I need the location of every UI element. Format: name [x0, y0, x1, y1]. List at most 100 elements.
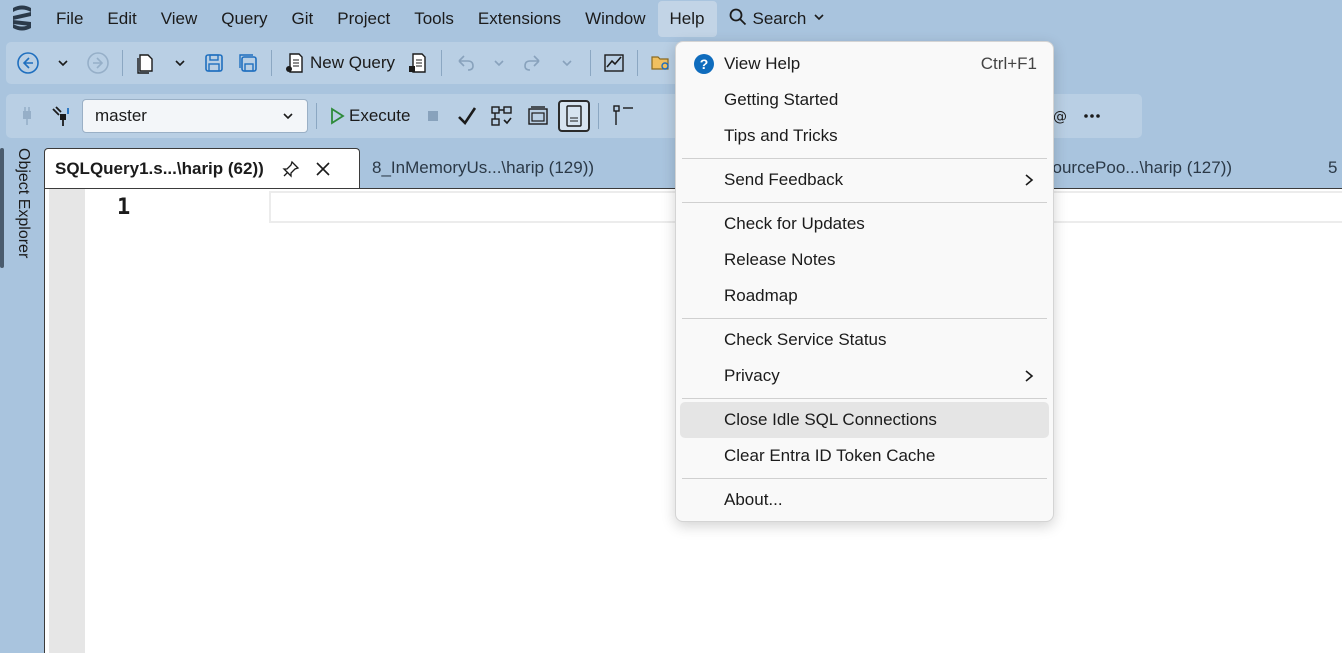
open-folder-button[interactable] [646, 47, 676, 79]
execute-button[interactable]: Execute [325, 100, 414, 132]
stop-icon [428, 111, 439, 121]
new-query-icon [286, 53, 303, 73]
navigate-back-button[interactable] [12, 47, 44, 79]
chevron-down-icon [175, 60, 185, 67]
search-button[interactable]: Search [717, 1, 839, 37]
parse-button[interactable] [452, 100, 482, 132]
tab-sqlquery1[interactable]: SQLQuery1.s...\harip (62)) [44, 148, 360, 188]
forward-arrow-icon [87, 52, 109, 74]
menu-help[interactable]: Help [657, 1, 717, 37]
results-to-grid-button[interactable] [522, 100, 554, 132]
menu-item-about[interactable]: About... [680, 482, 1049, 518]
help-icon: ? [694, 54, 714, 74]
menu-separator [682, 398, 1047, 399]
tab-inmemory[interactable]: 8_InMemoryUs...\harip (129)) [362, 148, 604, 188]
menu-item-tips-and-tricks[interactable]: Tips and Tricks [680, 118, 1049, 154]
cancel-query-button[interactable] [418, 100, 448, 132]
toolbar-separator [122, 50, 123, 76]
query-file-icon [409, 53, 426, 73]
query-options-button[interactable] [607, 100, 641, 132]
redo-button[interactable] [518, 47, 548, 79]
menu-item-check-for-updates[interactable]: Check for Updates [680, 206, 1049, 242]
menu-item-label: Privacy [724, 366, 780, 385]
database-engine-query-button[interactable] [403, 47, 433, 79]
menu-edit[interactable]: Edit [95, 1, 148, 37]
plug-icon [23, 107, 31, 125]
menu-project[interactable]: Project [325, 1, 402, 37]
menu-item-label: View Help [724, 54, 801, 73]
chevron-down-icon [494, 60, 504, 67]
toolbar-separator [637, 50, 639, 76]
activity-monitor-icon [604, 54, 624, 72]
menu-item-label: Getting Started [724, 90, 839, 109]
search-icon [729, 8, 747, 31]
menu-item-roadmap[interactable]: Roadmap [680, 278, 1049, 314]
change-connection-button[interactable] [46, 100, 78, 132]
menu-item-close-idle-sql-connections[interactable]: Close Idle SQL Connections [680, 402, 1049, 438]
more-options-button[interactable] [1077, 100, 1107, 132]
pin-icon[interactable] [282, 160, 300, 178]
database-select-value: master [95, 106, 147, 125]
standard-toolbar: New Query [6, 42, 696, 84]
undo-icon [458, 55, 474, 71]
navigate-back-dropdown[interactable] [48, 47, 78, 79]
results-window-icon [528, 106, 549, 125]
save-button[interactable] [199, 47, 229, 79]
tab-label: SQLQuery1.s...\harip (62)) [55, 158, 264, 178]
activity-monitor-button[interactable] [599, 47, 629, 79]
change-connection-icon [52, 106, 69, 126]
menu-item-label: Clear Entra ID Token Cache [724, 446, 936, 465]
svg-text:@: @ [1053, 109, 1067, 125]
execute-label: Execute [349, 106, 411, 125]
undo-button[interactable] [450, 47, 480, 79]
menu-item-clear-entra-token-cache[interactable]: Clear Entra ID Token Cache [680, 438, 1049, 474]
menu-item-release-notes[interactable]: Release Notes [680, 242, 1049, 278]
menu-item-view-help[interactable]: ? View Help Ctrl+F1 [680, 46, 1049, 82]
help-menu-dropdown: ? View Help Ctrl+F1 Getting Started Tips… [675, 41, 1054, 522]
tab-label: sourcePoo...\harip (127)) [1044, 158, 1233, 177]
new-file-icon [137, 54, 153, 74]
connect-button[interactable] [12, 100, 42, 132]
menu-separator [682, 478, 1047, 479]
menu-view[interactable]: View [149, 1, 210, 37]
menu-item-send-feedback[interactable]: Send Feedback [680, 162, 1049, 198]
redo-dropdown[interactable] [552, 47, 582, 79]
menu-git[interactable]: Git [280, 1, 326, 37]
menu-query[interactable]: Query [209, 1, 279, 37]
navigate-forward-button[interactable] [82, 47, 114, 79]
results-to-text-button[interactable] [558, 100, 591, 132]
chevron-right-icon [1025, 174, 1034, 186]
shortcut-label: Ctrl+F1 [980, 54, 1037, 73]
chevron-down-icon [812, 9, 826, 29]
new-project-button[interactable] [131, 47, 161, 79]
tab-overflow[interactable]: 5 [1324, 148, 1337, 188]
save-all-icon [239, 54, 257, 72]
menu-separator [682, 158, 1047, 159]
menu-window[interactable]: Window [573, 1, 657, 37]
folder-search-icon [651, 56, 669, 70]
left-tool-rail: Object Explorer [0, 142, 44, 653]
menu-item-privacy[interactable]: Privacy [680, 358, 1049, 394]
display-estimated-plan-button[interactable] [486, 100, 518, 132]
tab-resourcepool[interactable]: sourcePoo...\harip (127)) [1034, 148, 1242, 188]
ellipsis-icon [1084, 114, 1101, 118]
object-explorer-tab[interactable]: Object Explorer [8, 148, 32, 278]
save-all-button[interactable] [233, 47, 263, 79]
menu-extensions[interactable]: Extensions [466, 1, 573, 37]
new-query-button[interactable]: New Query [280, 47, 399, 79]
toolbar-separator [441, 50, 443, 76]
menu-tools[interactable]: Tools [402, 1, 466, 37]
close-icon[interactable] [314, 160, 332, 178]
editor-gutter [49, 189, 85, 653]
menu-item-getting-started[interactable]: Getting Started [680, 82, 1049, 118]
menu-item-label: Close Idle SQL Connections [724, 410, 937, 429]
database-select[interactable]: master [82, 99, 308, 133]
new-query-label: New Query [310, 53, 396, 72]
undo-dropdown[interactable] [484, 47, 514, 79]
menu-item-label: Release Notes [724, 250, 836, 269]
menu-item-label: About... [724, 490, 783, 509]
new-project-dropdown[interactable] [165, 47, 195, 79]
menu-item-check-service-status[interactable]: Check Service Status [680, 322, 1049, 358]
menu-file[interactable]: File [44, 1, 95, 37]
toolbar-separator [590, 50, 592, 76]
